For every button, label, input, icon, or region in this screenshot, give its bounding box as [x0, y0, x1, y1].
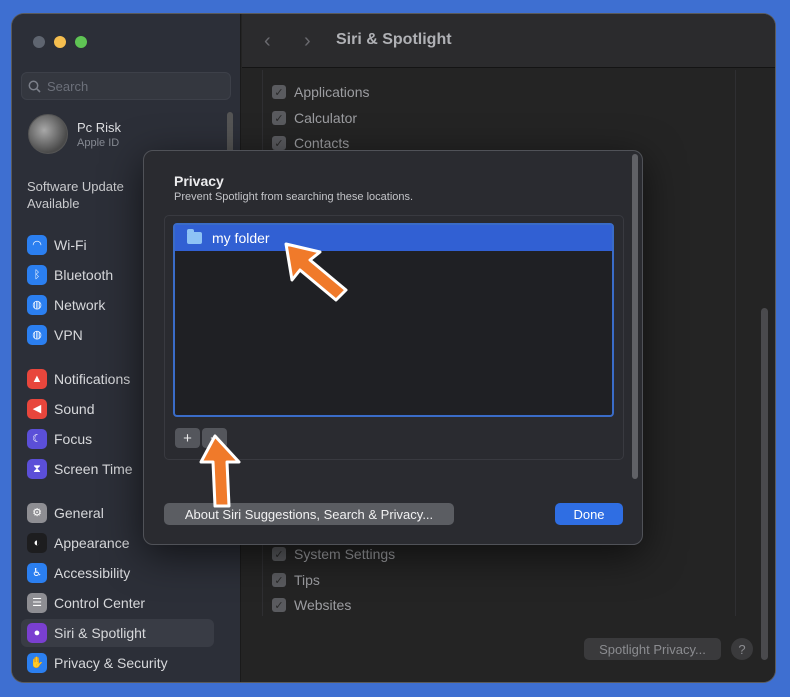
- bell-icon: ▲: [27, 369, 47, 389]
- checkbox-applications[interactable]: ✓ Applications: [272, 84, 370, 100]
- search-icon: [28, 80, 41, 93]
- checkbox-label: Contacts: [294, 135, 350, 151]
- titlebar: ‹ › Siri & Spotlight: [242, 14, 775, 68]
- checkbox-check-icon[interactable]: ✓: [272, 136, 286, 150]
- checkbox-label: Calculator: [294, 110, 358, 126]
- close-window-button[interactable]: [33, 36, 45, 48]
- back-chevron-icon[interactable]: ‹: [264, 30, 271, 53]
- sidebar-item-label: Bluetooth: [54, 267, 114, 283]
- checkbox-system-settings[interactable]: ✓ System Settings: [272, 546, 395, 562]
- bluetooth-icon: ᛒ: [27, 265, 47, 285]
- annotation-arrow-icon: [284, 242, 348, 302]
- spotlight-privacy-button[interactable]: Spotlight Privacy...: [584, 638, 721, 660]
- checkbox-check-icon[interactable]: ✓: [272, 85, 286, 99]
- checkbox-label: Applications: [294, 84, 370, 100]
- checkbox-calculator[interactable]: ✓ Calculator: [272, 110, 357, 126]
- page-title: Siri & Spotlight: [336, 31, 452, 48]
- gear-icon: ⚙: [27, 503, 47, 523]
- sidebar-item-siri-spotlight[interactable]: ● Siri & Spotlight: [21, 619, 214, 647]
- sidebar-item-label: Accessibility: [54, 565, 131, 581]
- dialog-subtitle: Prevent Spotlight from searching these l…: [174, 191, 414, 203]
- sidebar-item-label: Sound: [54, 401, 95, 417]
- sidebar-item-label: General: [54, 505, 104, 521]
- search-field[interactable]: [21, 72, 231, 100]
- apple-id-profile[interactable]: Pc Risk Apple ID: [28, 114, 121, 154]
- maximize-window-button[interactable]: [75, 36, 87, 48]
- annotation-arrow-icon: [199, 434, 241, 508]
- help-button[interactable]: ?: [731, 638, 753, 660]
- checkbox-check-icon[interactable]: ✓: [272, 573, 286, 587]
- control-center-icon: ☰: [27, 593, 47, 613]
- sidebar-item-label: Privacy & Security: [54, 655, 168, 671]
- checkbox-check-icon[interactable]: ✓: [272, 598, 286, 612]
- checkbox-contacts[interactable]: ✓ Contacts: [272, 135, 349, 151]
- folder-name: my folder: [212, 230, 270, 246]
- moon-icon: ☾: [27, 429, 47, 449]
- minimize-window-button[interactable]: [54, 36, 66, 48]
- done-button[interactable]: Done: [555, 503, 623, 525]
- sidebar-item-label: Wi-Fi: [54, 237, 87, 253]
- sidebar-item-label: Focus: [54, 431, 93, 447]
- sidebar-item-label: Notifications: [54, 371, 131, 387]
- vpn-globe-icon: ◍: [27, 325, 47, 345]
- appearance-icon: ◐: [27, 533, 47, 553]
- checkbox-websites[interactable]: ✓ Websites: [272, 597, 351, 613]
- sidebar-item-accessibility[interactable]: ♿ Accessibility: [21, 559, 214, 587]
- sidebar-item-label: Control Center: [54, 595, 146, 611]
- hourglass-icon: ⧗: [27, 459, 47, 479]
- main-scrollbar[interactable]: [761, 308, 768, 660]
- sidebar-item-privacy-security[interactable]: ✋ Privacy & Security: [21, 649, 214, 677]
- checkbox-label: Websites: [294, 597, 352, 613]
- profile-subtitle: Apple ID: [77, 136, 120, 149]
- sidebar-item-label: VPN: [54, 327, 83, 343]
- globe-icon: ◍: [27, 295, 47, 315]
- search-input[interactable]: [47, 78, 217, 94]
- sidebar-item-label: Appearance: [54, 535, 130, 551]
- profile-name: Pc Risk: [77, 119, 122, 135]
- avatar: [28, 114, 68, 154]
- checkbox-label: Tips: [294, 572, 320, 588]
- sidebar-item-label: Siri & Spotlight: [54, 625, 146, 641]
- forward-chevron-icon[interactable]: ›: [304, 30, 311, 53]
- sidebar-item-label: Network: [54, 297, 106, 313]
- sidebar-item-label: Screen Time: [54, 461, 133, 477]
- speaker-icon: ◀: [27, 399, 47, 419]
- folder-icon: [187, 229, 202, 244]
- software-update-link[interactable]: Software Update Available: [27, 178, 147, 212]
- accessibility-icon: ♿: [27, 563, 47, 583]
- list-item[interactable]: my folder: [175, 225, 612, 251]
- siri-icon: ●: [27, 623, 47, 643]
- checkbox-label: System Settings: [294, 546, 396, 562]
- hand-icon: ✋: [27, 653, 47, 673]
- sidebar-item-control-center[interactable]: ☰ Control Center: [21, 589, 214, 617]
- dialog-scrollbar[interactable]: [632, 154, 638, 479]
- checkbox-tips[interactable]: ✓ Tips: [272, 572, 320, 588]
- excluded-folders-list[interactable]: my folder: [173, 223, 614, 417]
- checkbox-check-icon[interactable]: ✓: [272, 111, 286, 125]
- checkbox-check-icon[interactable]: ✓: [272, 547, 286, 561]
- window-controls: [33, 36, 87, 48]
- wifi-icon: ◠: [27, 235, 47, 255]
- dialog-title: Privacy: [174, 173, 224, 189]
